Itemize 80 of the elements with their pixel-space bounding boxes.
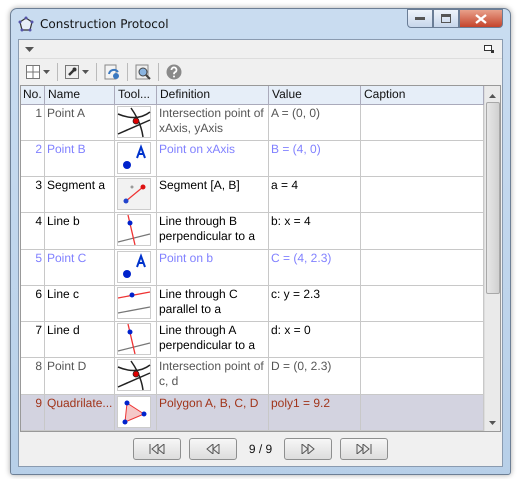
magnifier-icon [135, 64, 151, 80]
table-cell: Point C [47, 250, 86, 265]
step-counter: 9 / 9 [248, 442, 274, 456]
maximize-button[interactable] [433, 9, 459, 28]
table-cell: poly1 = 9.2 [271, 396, 330, 410]
table-cell: B = (4, 0) [271, 142, 321, 156]
table-cell: Quadrilate... [47, 396, 112, 410]
table-row[interactable]: 4 Line b Line through B perpendicular to a b: x = 4 [21, 213, 484, 250]
scrollbar-thumb[interactable] [486, 102, 500, 294]
table-cell: Line b [47, 214, 80, 228]
table-row[interactable]: 1 Point A Intersection point of xAxis, yAxis A = (0, 0) [21, 104, 484, 141]
table-row[interactable]: 6 Line c Line through C parallel to a c: y = 2.3 [21, 286, 484, 322]
options-menu-button[interactable] [62, 63, 92, 81]
table-cell: Line c [47, 286, 80, 301]
table-cell: 3 [35, 178, 42, 192]
scroll-up-icon[interactable] [489, 94, 496, 98]
table-cell: Segment a [47, 178, 106, 192]
table-cell: 8 [35, 359, 42, 374]
table-cell: Intersection point of xAxis, yAxis [159, 106, 264, 135]
undock-icon[interactable] [484, 45, 494, 53]
next-icon [301, 444, 316, 454]
column-header[interactable]: No. [21, 86, 45, 104]
table-cell: Point on xAxis [159, 142, 236, 156]
column-header[interactable]: Value [269, 86, 361, 104]
caret-icon [82, 70, 89, 74]
table-row[interactable]: 9 Quadrilate... Polygon A, B, C, D poly1 = 9.2 [21, 394, 484, 432]
table-cell: D = (0, 2.3) [271, 359, 332, 374]
table-cell: Point D [47, 359, 86, 374]
table-cell: Line through A perpendicular to a [159, 323, 256, 352]
table-cell: Polygon A, B, C, D [159, 396, 258, 410]
help-icon [166, 64, 182, 80]
window-title: Construction Protocol [40, 17, 170, 31]
table-cell: A = (0, 0) [271, 106, 320, 120]
column-header[interactable]: Tool... [115, 86, 157, 104]
export-icon [104, 64, 120, 80]
close-icon [475, 14, 487, 24]
table-row[interactable]: 3 Segment a Segment [A, B] a = 4 [21, 177, 484, 214]
table-cell: c: y = 2.3 [271, 286, 320, 301]
column-header[interactable]: Name [45, 86, 115, 104]
caret-icon [43, 70, 50, 74]
caret-icon[interactable] [25, 46, 34, 52]
minimize-button[interactable] [407, 9, 433, 28]
table-row[interactable]: 8 Point D Intersection point of c, d D = (0, 2.3) [21, 358, 484, 395]
table-cell: Segment [A, B] [159, 178, 240, 192]
wrench-icon [65, 65, 79, 79]
first-icon [148, 444, 165, 454]
previous-icon [206, 444, 220, 454]
table-cell: Point A [47, 106, 86, 120]
table-cell: 1 [35, 106, 42, 120]
close-button[interactable] [459, 9, 503, 28]
table-cell: Point on b [159, 250, 214, 265]
table-cell: 4 [35, 214, 42, 228]
table-cell: b: x = 4 [271, 214, 311, 228]
first-step-button[interactable] [132, 438, 181, 460]
column-header[interactable]: Definition [157, 86, 269, 104]
table-cell: 2 [35, 142, 42, 156]
table-cell: d: x = 0 [271, 323, 311, 338]
minimize-icon [415, 16, 425, 20]
table-cell: 5 [35, 250, 42, 265]
table-cell: Point B [47, 142, 86, 156]
table-cell: Line through C parallel to a [159, 286, 238, 316]
table-cell: C = (4, 2.3) [271, 250, 332, 265]
table-row[interactable]: 7 Line d Line through A perpendicular to a d: x = 0 [21, 322, 484, 358]
pentagon-icon [18, 16, 34, 32]
columns-menu-button[interactable] [23, 63, 53, 81]
previous-step-button[interactable] [188, 438, 237, 460]
last-icon [356, 444, 372, 454]
table-cell: Line through B perpendicular to a [159, 214, 256, 244]
table-cell: 9 [35, 396, 42, 410]
scrollbar[interactable] [484, 86, 500, 431]
maximize-icon [441, 14, 451, 23]
last-step-button[interactable] [340, 438, 388, 460]
table-cell: 7 [35, 323, 42, 338]
table-cell: 6 [35, 286, 42, 301]
scroll-down-icon[interactable] [489, 421, 496, 425]
grid-icon [26, 65, 40, 79]
table-cell: Intersection point of c, d [159, 359, 264, 388]
next-step-button[interactable] [284, 438, 332, 460]
table-cell: Line d [47, 323, 80, 338]
table-cell: a = 4 [271, 178, 298, 192]
